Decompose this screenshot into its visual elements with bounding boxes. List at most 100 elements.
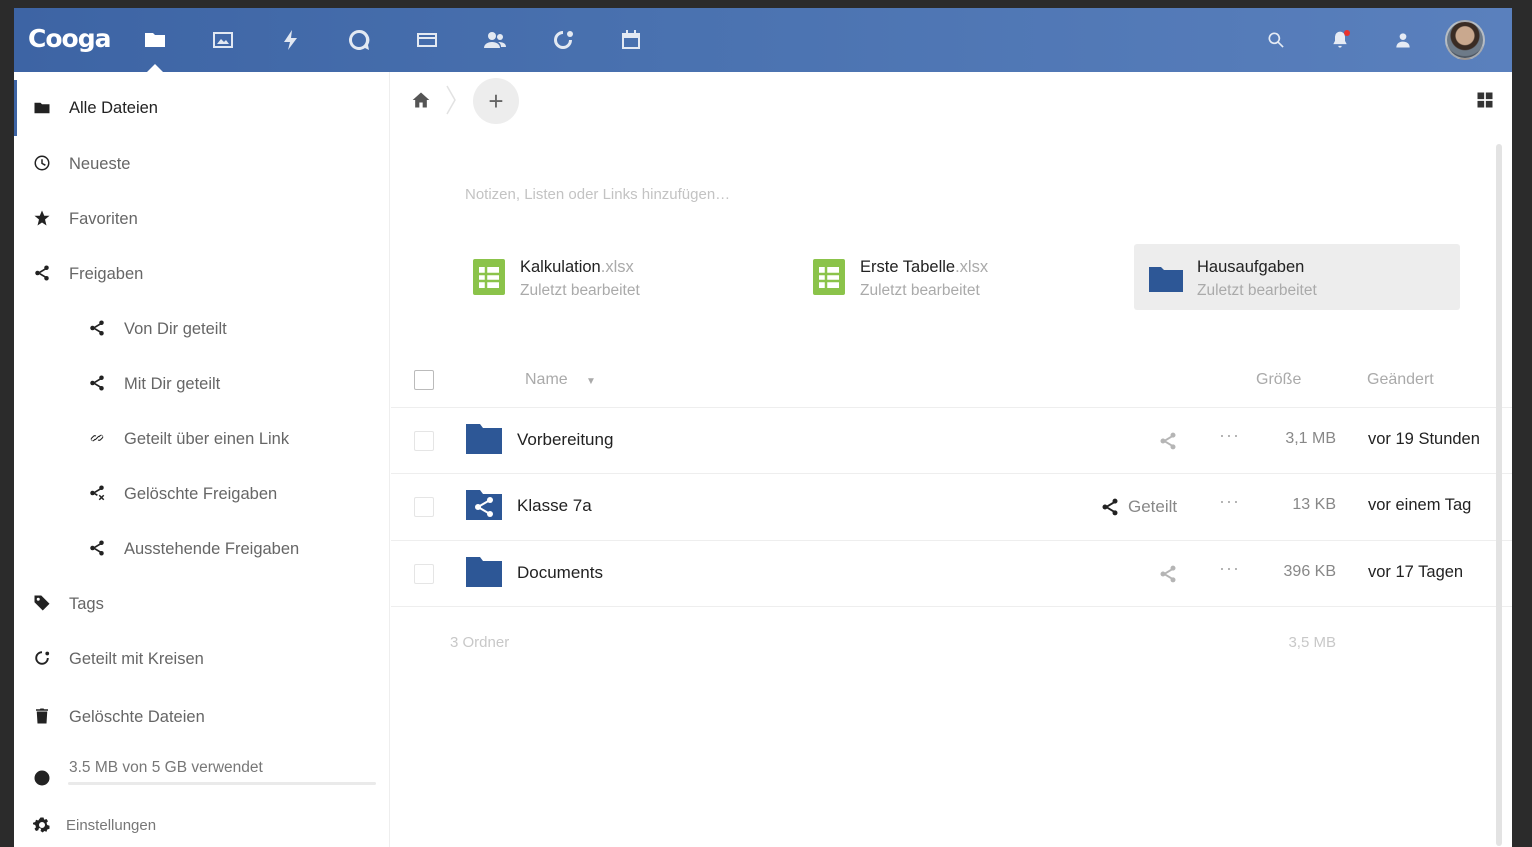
share-icon [1160, 432, 1176, 450]
summary-size: 3,5 MB [1288, 634, 1336, 651]
sort-caret-icon[interactable]: ▼ [586, 376, 596, 387]
share-icon [1160, 565, 1176, 583]
sidebar-item-label: Von Dir geteilt [124, 320, 227, 338]
sidebar-item-shared-with-you[interactable]: Mit Dir geteilt [14, 356, 390, 411]
column-name[interactable]: Name [525, 371, 568, 389]
sidebar-item-label: Neueste [69, 155, 131, 173]
recent-file-name: Erste Tabelle [860, 258, 956, 276]
talk-icon[interactable] [339, 20, 379, 60]
recent-file-card[interactable]: Kalkulation.xlsx Zuletzt bearbeitet [457, 244, 783, 310]
activity-icon[interactable] [271, 20, 311, 60]
share-button[interactable] [1158, 430, 1178, 452]
file-size: 396 KB [1283, 563, 1336, 580]
scrollbar[interactable] [1496, 144, 1502, 846]
sidebar-item-label: Mit Dir geteilt [124, 375, 221, 393]
sidebar-item-label: Favoriten [69, 210, 138, 228]
row-checkbox[interactable] [414, 564, 434, 584]
notes-input[interactable]: Notizen, Listen oder Links hinzufügen… [465, 186, 730, 203]
share-button[interactable] [1158, 563, 1178, 585]
sidebar-item-favorites[interactable]: Favoriten [14, 191, 390, 246]
photos-icon[interactable] [203, 20, 243, 60]
file-size: 3,1 MB [1285, 430, 1336, 447]
recent-file-card[interactable]: Hausaufgaben Zuletzt bearbeitet [1134, 244, 1460, 310]
grid-icon [1477, 92, 1493, 108]
share-icon [1102, 498, 1118, 516]
more-actions-button[interactable]: ··· [1219, 425, 1240, 446]
file-name[interactable]: Klasse 7a [517, 496, 592, 516]
mail-icon[interactable] [407, 20, 447, 60]
sidebar-item-shared-by-you[interactable]: Von Dir geteilt [14, 301, 390, 356]
logo[interactable]: Cooga [28, 24, 111, 53]
recent-file-subtitle: Zuletzt bearbeitet [520, 282, 640, 299]
star-icon [31, 207, 53, 229]
file-size: 13 KB [1292, 496, 1336, 513]
folder-icon [466, 557, 502, 587]
calendar-icon[interactable] [611, 20, 651, 60]
new-button[interactable]: + [473, 78, 519, 124]
sidebar: Alle Dateien Neueste Favoriten Freigaben… [14, 72, 390, 847]
file-modified: vor 17 Tagen [1368, 563, 1464, 581]
table-row[interactable]: Klasse 7a Geteilt ··· 13 KB vor einem Ta… [391, 474, 1512, 541]
share-icon [86, 317, 108, 339]
sidebar-settings[interactable]: Einstellungen [14, 804, 390, 847]
top-header: Cooga [14, 8, 1512, 72]
file-table-header: Name ▼ Größe Geändert [391, 352, 1512, 408]
recent-file-card[interactable]: Erste Tabelle.xlsx Zuletzt bearbeitet [797, 244, 1123, 310]
sidebar-item-pending-shares[interactable]: Ausstehende Freigaben [14, 521, 390, 576]
contacts-icon[interactable] [475, 20, 515, 60]
column-modified[interactable]: Geändert [1367, 371, 1434, 389]
trash-icon [31, 705, 53, 727]
sidebar-item-label: Ausstehende Freigaben [124, 540, 300, 558]
share-status-label: Geteilt [1128, 497, 1178, 516]
select-all-checkbox[interactable] [414, 370, 434, 390]
sidebar-item-recent[interactable]: Neueste [14, 136, 390, 191]
circles-icon[interactable] [543, 20, 583, 60]
pie-chart-icon [31, 767, 53, 789]
table-row[interactable]: Vorbereitung ··· 3,1 MB vor 19 Stunden [391, 408, 1512, 474]
folder-icon [466, 424, 502, 454]
link-icon [86, 427, 108, 449]
share-icon [86, 372, 108, 394]
files-icon[interactable] [135, 20, 175, 60]
main-content: + Notizen, Listen oder Links hinzufügen…… [391, 72, 1512, 847]
notifications-icon[interactable] [1326, 26, 1354, 54]
recent-file-ext: .xlsx [600, 258, 634, 276]
recent-file-name: Kalkulation [520, 258, 601, 276]
sidebar-item-label: Geteilt über einen Link [124, 430, 290, 448]
sidebar-item-shares[interactable]: Freigaben [14, 246, 390, 301]
grid-view-toggle[interactable] [1475, 90, 1495, 110]
row-checkbox[interactable] [414, 497, 434, 517]
file-modified: vor einem Tag [1368, 496, 1472, 514]
more-actions-button[interactable]: ··· [1219, 558, 1240, 579]
app-window: Cooga Alle Dateien Neueste Favoriten Fre… [14, 8, 1512, 847]
file-modified: vor 19 Stunden [1368, 430, 1480, 448]
user-avatar[interactable] [1445, 20, 1485, 60]
folder-icon [1149, 267, 1183, 292]
sidebar-item-tags[interactable]: Tags [14, 576, 390, 631]
recent-file-subtitle: Zuletzt bearbeitet [860, 282, 980, 299]
sidebar-item-all-files[interactable]: Alle Dateien [14, 80, 390, 136]
column-size[interactable]: Größe [1256, 371, 1301, 389]
home-icon[interactable] [411, 90, 431, 110]
share-button[interactable]: Geteilt [1100, 496, 1177, 518]
quota-indicator: 3.5 MB von 5 GB verwendet [14, 745, 390, 795]
active-app-indicator [147, 64, 163, 72]
recent-file-subtitle: Zuletzt bearbeitet [1197, 282, 1317, 299]
file-name[interactable]: Documents [517, 563, 603, 583]
sidebar-item-shared-by-link[interactable]: Geteilt über einen Link [14, 411, 390, 466]
row-checkbox[interactable] [414, 431, 434, 451]
sidebar-item-shared-with-circles[interactable]: Geteilt mit Kreisen [14, 631, 390, 687]
contacts-menu-icon[interactable] [1389, 26, 1417, 54]
sidebar-item-deleted-shares[interactable]: Gelöschte Freigaben [14, 466, 390, 521]
sidebar-item-deleted-files[interactable]: Gelöschte Dateien [14, 687, 390, 745]
quota-text: 3.5 MB von 5 GB verwendet [69, 759, 263, 776]
summary-count: 3 Ordner [450, 634, 510, 651]
more-actions-button[interactable]: ··· [1219, 491, 1240, 512]
search-icon[interactable] [1262, 26, 1290, 54]
file-name[interactable]: Vorbereitung [517, 430, 613, 450]
table-row[interactable]: Documents ··· 396 KB vor 17 Tagen [391, 541, 1512, 607]
circles-icon [31, 647, 53, 669]
sidebar-item-label: Gelöschte Freigaben [124, 485, 278, 503]
share-icon [31, 262, 53, 284]
spreadsheet-icon [473, 259, 505, 295]
